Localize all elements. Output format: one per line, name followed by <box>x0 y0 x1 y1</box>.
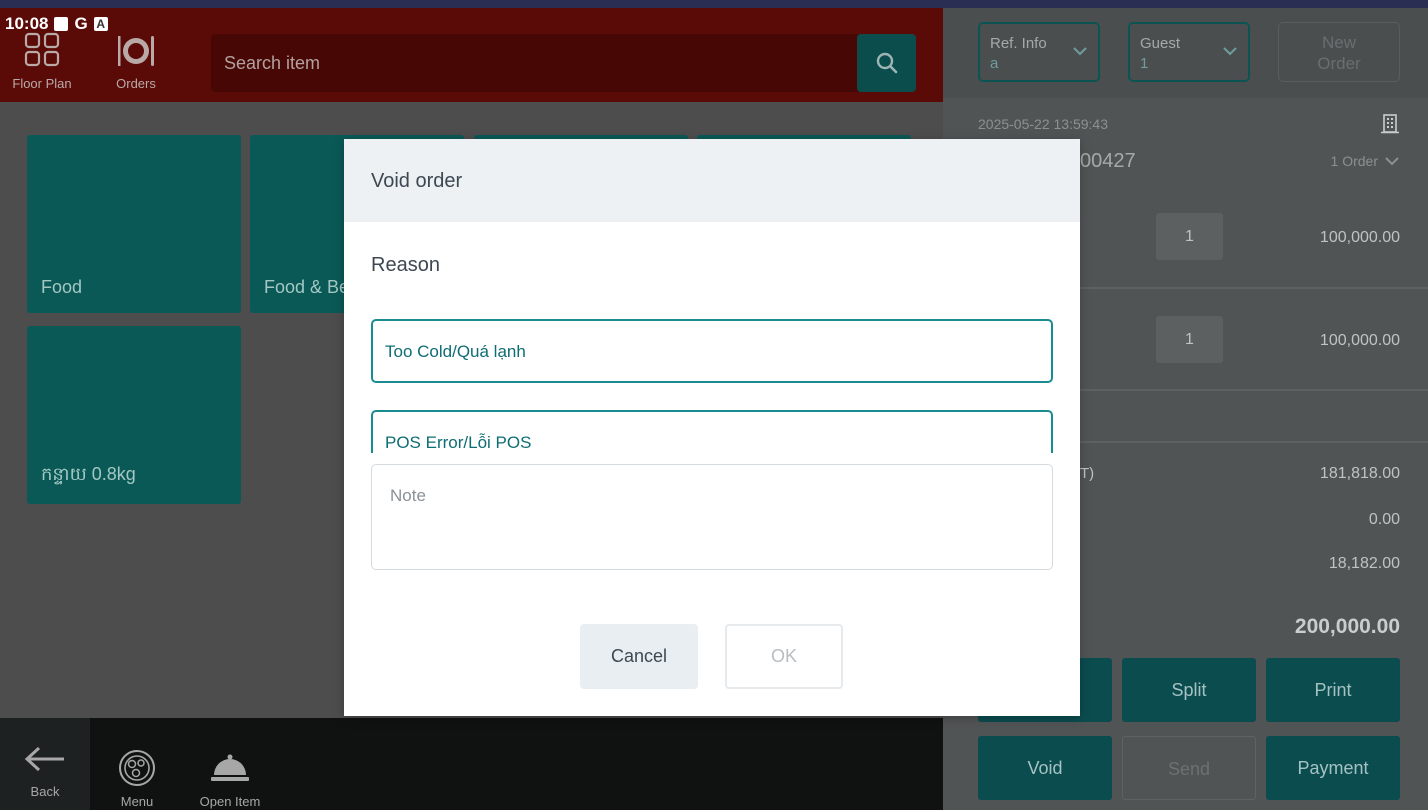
floor-plan-label: Floor Plan <box>12 76 72 91</box>
summary-label-fragment: T) <box>1080 465 1095 482</box>
reason-option-pos-error[interactable]: POS Error/Lỗi POS <box>371 410 1053 453</box>
payment-button[interactable]: Payment <box>1266 736 1400 800</box>
menu-plate-icon <box>119 750 155 786</box>
item-amount: 100,000.00 <box>1319 229 1400 246</box>
status-square-icon <box>54 17 69 31</box>
search-bar[interactable]: Search item <box>211 34 916 92</box>
menu-button[interactable]: Menu <box>97 748 177 809</box>
floor-plan-nav[interactable]: Floor Plan <box>2 30 82 91</box>
print-button[interactable]: Print <box>1266 658 1400 722</box>
guest-value: 1 <box>1140 55 1149 72</box>
open-item-label: Open Item <box>199 794 261 809</box>
dialog-header: Void order <box>344 139 1080 222</box>
app-header: Floor Plan Orders Search item <box>0 8 943 102</box>
floor-plan-icon <box>24 32 60 67</box>
back-button[interactable]: Back <box>0 718 90 810</box>
order-count: 1 Order <box>1330 153 1378 169</box>
top-strip <box>0 0 1428 8</box>
search-button[interactable] <box>857 34 916 92</box>
orders-icon <box>118 36 154 66</box>
void-order-dialog: Void order Reason Too Cold/Quá lạnh POS … <box>344 139 1080 716</box>
split-button[interactable]: Split <box>1122 658 1256 722</box>
order-number: 00427 <box>1080 150 1136 172</box>
category-tile-khmer[interactable]: កន្ទាយ 0.8kg <box>27 326 241 504</box>
status-bar: 10:08 G A <box>5 14 108 34</box>
ok-button[interactable]: OK <box>725 624 843 689</box>
search-input[interactable]: Search item <box>224 53 320 74</box>
chevron-down-icon <box>1223 47 1237 56</box>
bottom-toolbar: Back Menu Open Item <box>0 718 943 810</box>
open-item-button[interactable]: Open Item <box>190 748 270 809</box>
category-tile-food[interactable]: Food <box>27 135 241 313</box>
tax-amount: 18,182.00 <box>1328 555 1400 572</box>
ref-info-value: a <box>990 55 999 72</box>
note-input[interactable]: Note <box>371 464 1053 570</box>
ref-info-select[interactable]: Ref. Info a <box>978 22 1100 82</box>
item-amount: 100,000.00 <box>1319 332 1400 349</box>
search-icon <box>876 52 897 74</box>
menu-label: Menu <box>120 794 154 809</box>
item-qty[interactable]: 1 <box>1156 213 1223 260</box>
reason-label: Reason <box>371 254 440 276</box>
orders-nav[interactable]: Orders <box>96 30 176 91</box>
total-amount: 200,000.00 <box>1294 615 1400 638</box>
category-label: Food <box>41 277 83 297</box>
status-g-icon: G <box>74 14 88 33</box>
item-qty[interactable]: 1 <box>1156 316 1223 363</box>
status-a-icon: A <box>93 17 108 31</box>
back-arrow-icon <box>24 746 64 772</box>
cancel-button[interactable]: Cancel <box>580 624 698 689</box>
discount-amount: 0.00 <box>1368 511 1400 528</box>
order-count-toggle[interactable]: 1 Order <box>1331 153 1400 169</box>
order-panel-header: Ref. Info a Guest 1 New Order <box>943 8 1428 98</box>
cloche-icon <box>211 754 249 781</box>
new-order-label: New Order <box>1317 33 1361 73</box>
reason-option-too-cold[interactable]: Too Cold/Quá lạnh <box>371 319 1053 383</box>
order-datetime: 2025-05-22 13:59:43 <box>978 116 1108 132</box>
status-time: 10:08 <box>5 14 49 33</box>
subtotal-amount: 181,818.00 <box>1319 465 1400 482</box>
building-icon <box>1381 114 1399 134</box>
guest-select[interactable]: Guest 1 <box>1128 22 1250 82</box>
reason-list[interactable]: Too Cold/Quá lạnh POS Error/Lỗi POS <box>371 319 1053 453</box>
category-label: Food & Be <box>264 277 350 297</box>
category-label: កន្ទាយ 0.8kg <box>41 464 136 484</box>
orders-label: Orders <box>116 76 156 91</box>
dialog-title: Void order <box>371 170 463 192</box>
chevron-down-icon <box>1073 47 1087 56</box>
back-label: Back <box>30 784 60 799</box>
void-button[interactable]: Void <box>978 736 1112 800</box>
send-button[interactable]: Send <box>1122 736 1256 800</box>
new-order-button[interactable]: New Order <box>1278 22 1400 82</box>
chevron-down-icon <box>1385 157 1399 166</box>
